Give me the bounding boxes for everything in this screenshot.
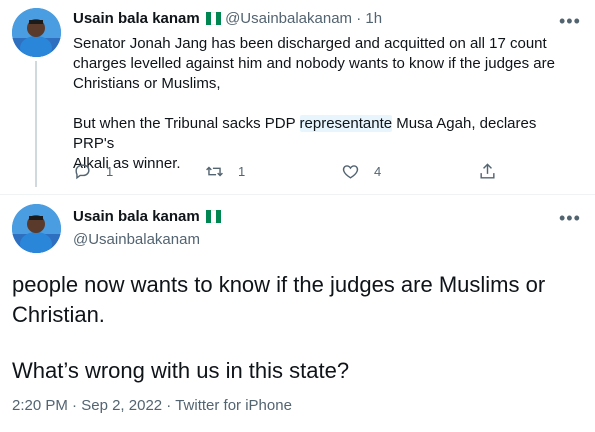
reply-button[interactable]: 1 xyxy=(73,162,113,181)
text-line: Christian. xyxy=(12,302,105,327)
retweet-icon xyxy=(206,166,223,177)
thread-connector xyxy=(35,61,37,187)
author-handle[interactable]: @Usainbalakanam xyxy=(73,231,200,248)
text-line: But when the Tribunal sacks PDP represen… xyxy=(73,115,537,152)
more-icon[interactable]: ••• xyxy=(559,209,581,227)
time-ago[interactable]: 1h xyxy=(365,10,382,27)
main-tweet-header: Usain bala kanam xyxy=(73,208,221,225)
reply-icon xyxy=(75,164,90,180)
text-line: people now wants to know if the judges a… xyxy=(12,272,546,297)
share-icon xyxy=(480,163,495,179)
author-handle[interactable]: @Usainbalakanam xyxy=(225,10,352,27)
tweet-metadata: 2:20 PM · Sep 2, 2022 · Twitter for iPho… xyxy=(12,397,292,414)
nigeria-flag-icon xyxy=(205,12,221,25)
like-count: 4 xyxy=(374,164,382,179)
main-tweet-text: people now wants to know if the judges a… xyxy=(12,270,587,386)
author-name[interactable]: Usain bala kanam xyxy=(73,10,200,27)
reply-tweet-text: Senator Jonah Jang has been discharged a… xyxy=(73,34,573,174)
text-line: What’s wrong with us in this state? xyxy=(12,358,350,383)
retweet-button[interactable]: 1 xyxy=(205,162,245,181)
share-button[interactable] xyxy=(478,162,511,181)
avatar[interactable] xyxy=(12,8,61,57)
tweet-date[interactable]: Sep 2, 2022 xyxy=(81,397,162,414)
reply-tweet-header: Usain bala kanam @Usainbalakanam · 1h xyxy=(73,10,382,27)
text-line: Senator Jonah Jang has been discharged a… xyxy=(73,35,547,52)
author-name[interactable]: Usain bala kanam xyxy=(73,208,200,225)
separator: · xyxy=(356,10,362,27)
divider xyxy=(0,194,595,195)
avatar[interactable] xyxy=(12,204,61,253)
tweet-actions: 1 1 4 xyxy=(73,162,503,184)
text-line: Christians or Muslims, xyxy=(73,75,221,92)
like-icon xyxy=(342,165,359,179)
more-icon[interactable]: ••• xyxy=(559,12,581,30)
reply-count: 1 xyxy=(106,164,114,179)
tweet-time[interactable]: 2:20 PM xyxy=(12,397,68,414)
tweet-source[interactable]: Twitter for iPhone xyxy=(175,397,292,414)
separator: · xyxy=(166,397,172,414)
retweet-count: 1 xyxy=(238,164,246,179)
text-line: charges levelled against him and nobody … xyxy=(73,55,555,72)
nigeria-flag-icon xyxy=(205,210,221,223)
like-button[interactable]: 4 xyxy=(341,162,381,181)
separator: · xyxy=(72,397,78,414)
highlighted-word: representante xyxy=(299,115,393,132)
